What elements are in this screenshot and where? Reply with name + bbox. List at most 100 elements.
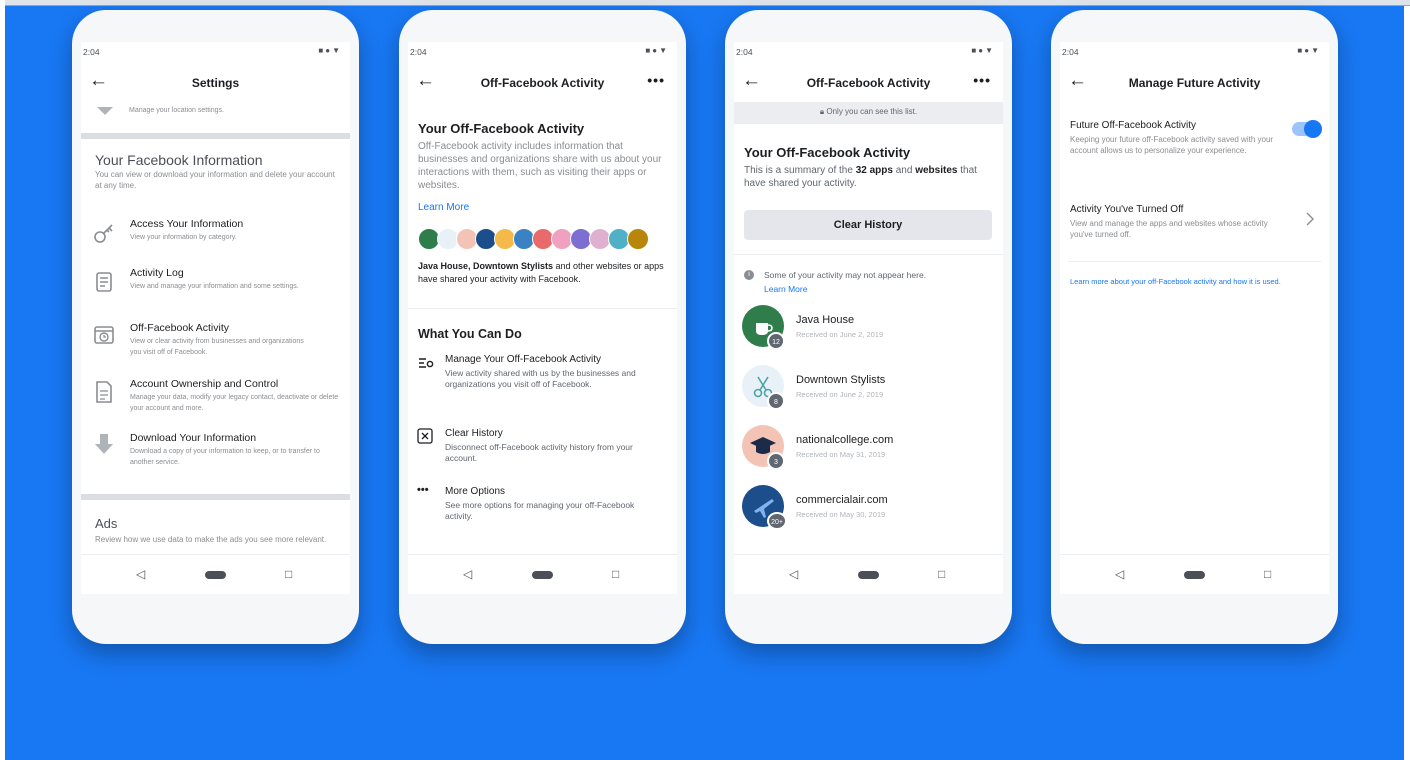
android-nav-bar: ◁ □: [1060, 554, 1329, 594]
future-activity-toggle[interactable]: [1292, 120, 1322, 138]
off-facebook-header: ← Off-Facebook Activity •••: [408, 66, 677, 100]
settings-item-activity-log[interactable]: Activity Log View and manage your inform…: [81, 267, 350, 315]
nav-recents-icon[interactable]: □: [612, 567, 619, 581]
app-logos-row: [418, 228, 658, 252]
learn-more-link[interactable]: Learn more about your off-Facebook activ…: [1070, 276, 1315, 287]
nav-recents-icon[interactable]: □: [285, 567, 292, 581]
key-icon: [93, 222, 115, 244]
app-row-commercialair[interactable]: 20+ commercialair.com Received on May 30…: [734, 483, 1003, 535]
nav-home-icon[interactable]: [858, 571, 879, 579]
notice-text: Some of your activity may not appear her…: [764, 270, 927, 280]
intro-text: Off-Facebook activity includes informati…: [418, 141, 662, 191]
learn-more-link[interactable]: Learn More: [418, 202, 469, 213]
status-bar: 2:04 ■●▼: [1060, 42, 1329, 66]
item-title: Download Your Information: [130, 432, 257, 444]
phone-manage-future: 2:04 ■●▼ ← Manage Future Activity Future…: [1051, 10, 1338, 644]
activity-list-header: ← Off-Facebook Activity •••: [734, 66, 1003, 100]
item-description: View and manage your information and som…: [130, 283, 299, 290]
nav-recents-icon[interactable]: □: [938, 567, 945, 581]
page-title: Off-Facebook Activity: [806, 76, 931, 90]
app-row-downtown-stylists[interactable]: 8 Downtown Stylists Received on June 2, …: [734, 363, 1003, 415]
nav-home-icon[interactable]: [1184, 571, 1205, 579]
item-description: View your information by category.: [130, 234, 237, 241]
app-received-date: Received on May 31, 2019: [796, 450, 886, 459]
page-title: Settings: [191, 76, 240, 90]
more-horizontal-icon[interactable]: •••: [973, 72, 991, 88]
activity-count-badge: 3: [767, 452, 785, 470]
location-text: Manage your location settings.: [129, 107, 224, 114]
chevron-right-icon: [1306, 212, 1314, 231]
history-icon: [93, 324, 115, 346]
app-row-nationalcollege[interactable]: 3 nationalcollege.com Received on May 31…: [734, 423, 1003, 475]
private-notice-bar: 🔒︎ Only you can see this list.: [734, 102, 1003, 124]
shared-apps-text: Java House, Downtown Stylists and other …: [418, 260, 668, 286]
app-row-java-house[interactable]: 12 Java House Received on June 2, 2019: [734, 303, 1003, 355]
toggle-knob: [1304, 120, 1322, 138]
activity-list-screen: 2:04 ■●▼ ← Off-Facebook Activity ••• 🔒︎ …: [734, 42, 1003, 594]
list-icon: [93, 271, 115, 293]
activity-count-badge: 12: [767, 332, 785, 350]
clear-icon: [417, 428, 433, 449]
divider: [1068, 261, 1321, 262]
settings-item-account-ownership[interactable]: Account Ownership and Control Manage you…: [81, 378, 350, 426]
app-name: nationalcollege.com: [796, 434, 894, 446]
off-facebook-info-screen: 2:04 ■●▼ ← Off-Facebook Activity ••• You…: [408, 42, 677, 594]
more-horizontal-icon[interactable]: •••: [647, 72, 665, 88]
nav-back-icon[interactable]: ◁: [1115, 567, 1124, 581]
nav-back-icon[interactable]: ◁: [789, 567, 798, 581]
nav-back-icon[interactable]: ◁: [136, 567, 145, 581]
item-title: Activity Log: [130, 267, 184, 279]
location-chevron-icon: [95, 104, 115, 115]
turned-off-activity-row[interactable]: Activity You've Turned Off View and mana…: [1060, 204, 1329, 254]
app-name: commercialair.com: [796, 494, 888, 506]
manage-future-header: ← Manage Future Activity: [1060, 66, 1329, 100]
action-description: View activity shared with us by the busi…: [445, 368, 636, 389]
action-clear-history[interactable]: Clear History Disconnect off-Facebook ac…: [408, 428, 677, 474]
document-icon: [93, 380, 115, 403]
action-manage-activity[interactable]: Manage Your Off-Facebook Activity View a…: [408, 354, 677, 414]
setting-title: Future Off-Facebook Activity: [1070, 120, 1196, 131]
info-icon: i: [744, 270, 754, 280]
status-icons: ■●▼: [645, 46, 669, 55]
summary-websites: websites: [915, 165, 958, 176]
app-received-date: Received on June 2, 2019: [796, 330, 884, 339]
status-time: 2:04: [83, 47, 100, 57]
section-divider: [81, 494, 350, 500]
settings-item-access-info[interactable]: Access Your Information View your inform…: [81, 218, 350, 262]
page-title: Manage Future Activity: [1128, 76, 1261, 90]
section-title: Your Facebook Information: [95, 152, 263, 168]
item-description: Download a copy of your information to k…: [130, 448, 320, 466]
manage-future-screen: 2:04 ■●▼ ← Manage Future Activity Future…: [1060, 42, 1329, 594]
android-nav-bar: ◁ □: [408, 554, 677, 594]
shared-app-names: Java House, Downtown Stylists: [418, 261, 554, 271]
status-bar: 2:04 ■●▼: [81, 42, 350, 66]
page-title: Off-Facebook Activity: [480, 76, 605, 90]
status-time: 2:04: [736, 47, 753, 57]
clear-history-button[interactable]: Clear History: [744, 210, 992, 240]
ads-description: Review how we use data to make the ads y…: [95, 535, 327, 544]
phone-activity-list: 2:04 ■●▼ ← Off-Facebook Activity ••• 🔒︎ …: [725, 10, 1012, 644]
status-icons: ■●▼: [318, 46, 342, 55]
settings-item-off-facebook[interactable]: Off-Facebook Activity View or clear acti…: [81, 322, 350, 370]
app-received-date: Received on June 2, 2019: [796, 390, 884, 399]
settings-item-download[interactable]: Download Your Information Download a cop…: [81, 432, 350, 480]
nav-back-icon[interactable]: ◁: [463, 567, 472, 581]
section-divider: [81, 133, 350, 139]
phone-settings: 2:04 ■●▼ ← Settings Manage your location…: [72, 10, 359, 644]
app-received-date: Received on May 30, 2019: [796, 510, 886, 519]
status-bar: 2:04 ■●▼: [408, 42, 677, 66]
learn-more-link[interactable]: Learn More: [764, 284, 807, 294]
action-description: Disconnect off-Facebook activity history…: [445, 442, 633, 463]
android-nav-bar: ◁ □: [734, 554, 1003, 594]
nav-home-icon[interactable]: [532, 571, 553, 579]
nav-home-icon[interactable]: [205, 571, 226, 579]
item-description: Manage your data, modify your legacy con…: [130, 394, 339, 412]
app-name: Java House: [796, 314, 855, 326]
action-more-options[interactable]: ••• More Options See more options for ma…: [408, 484, 677, 532]
future-activity-setting[interactable]: Future Off-Facebook Activity Keeping you…: [1060, 118, 1329, 184]
more-icon: •••: [417, 484, 429, 496]
action-title: More Options: [445, 486, 506, 497]
item-title: Access Your Information: [130, 218, 244, 230]
nav-recents-icon[interactable]: □: [1264, 567, 1271, 581]
status-time: 2:04: [410, 47, 427, 57]
